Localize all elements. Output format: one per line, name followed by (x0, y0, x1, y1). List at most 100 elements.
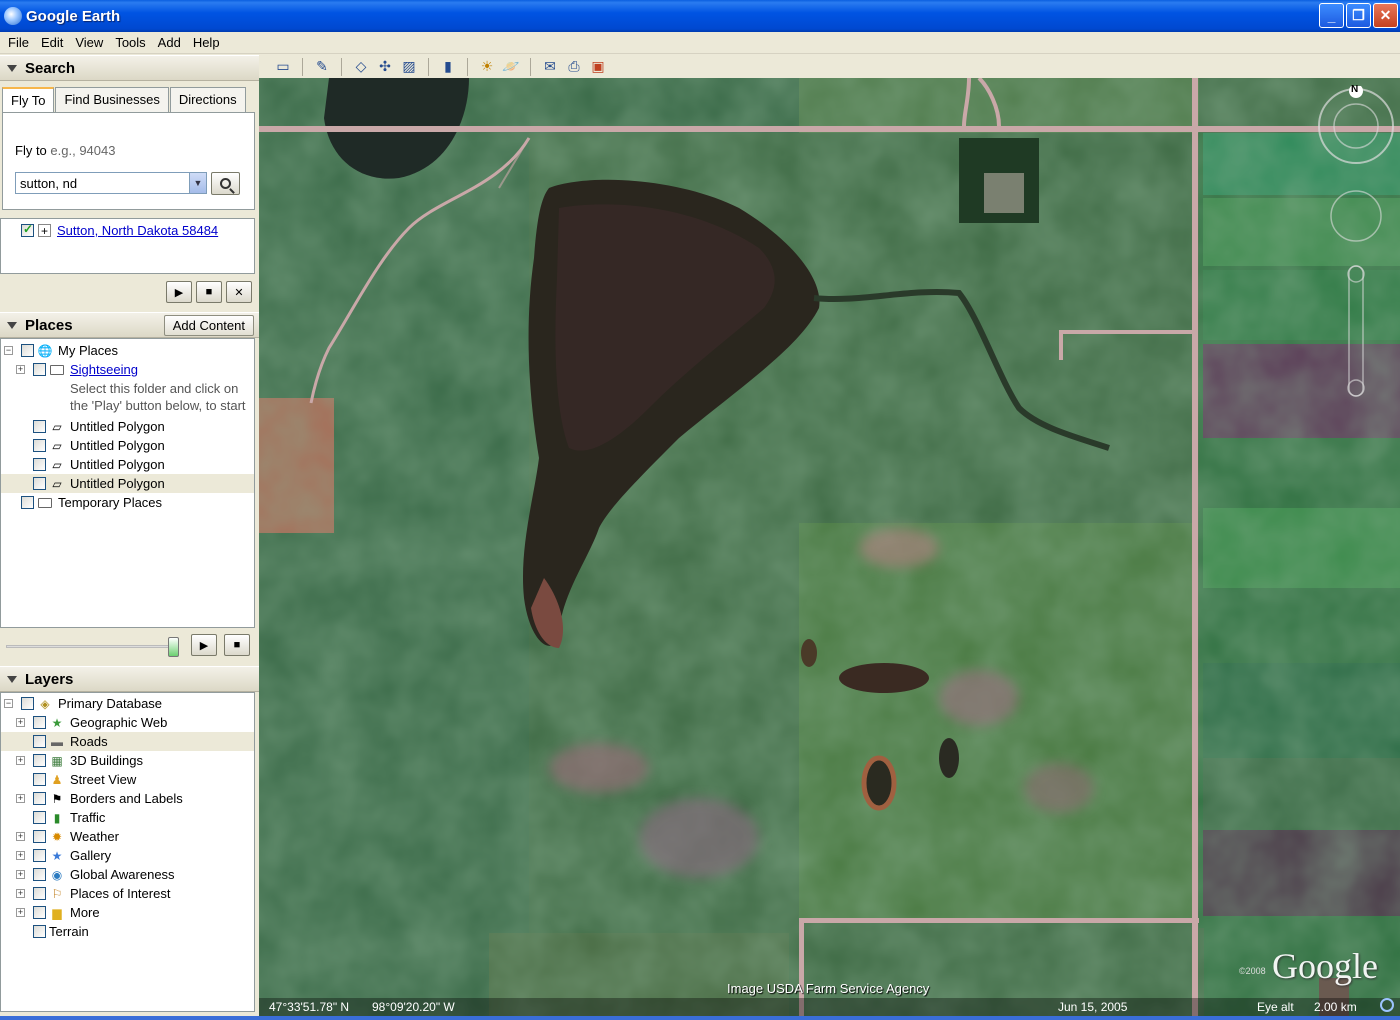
result-checkbox[interactable] (21, 222, 34, 237)
search-button[interactable] (211, 172, 240, 195)
layer-roads[interactable]: ▬ Roads (1, 732, 254, 751)
search-panel-header[interactable]: Search (0, 55, 259, 81)
layer-gallery[interactable]: + ★ Gallery (1, 846, 254, 865)
sidebar-toggle-icon[interactable]: ▭ (271, 57, 295, 77)
checkbox[interactable] (33, 925, 46, 938)
checkbox[interactable] (33, 868, 46, 881)
expand-icon[interactable]: + (16, 832, 25, 841)
checkbox[interactable] (33, 735, 46, 748)
checkbox[interactable] (33, 811, 46, 824)
checkbox[interactable] (21, 344, 34, 357)
menu-add[interactable]: Add (154, 35, 189, 50)
checkbox[interactable] (33, 754, 46, 767)
tab-find-businesses[interactable]: Find Businesses (55, 87, 169, 112)
add-placemark-icon[interactable]: ✎ (310, 57, 334, 77)
expand-icon[interactable]: + (16, 851, 25, 860)
view-in-maps-icon[interactable]: ▣ (586, 57, 610, 77)
sunlight-icon[interactable]: ☀ (475, 57, 499, 77)
layer-street-view[interactable]: ♟ Street View (1, 770, 254, 789)
layer-more[interactable]: + ▆ More (1, 903, 254, 922)
collapse-icon[interactable]: − (4, 346, 13, 355)
maximize-button[interactable]: ❐ (1346, 3, 1371, 28)
chevron-down-icon[interactable]: ▼ (189, 173, 206, 193)
clear-button[interactable]: ✕ (226, 281, 252, 303)
list-item[interactable]: + Sutton, North Dakota 58484 (21, 222, 218, 238)
checkbox[interactable] (33, 906, 46, 919)
checkbox[interactable] (33, 830, 46, 843)
tab-fly-to[interactable]: Fly To (2, 87, 55, 113)
minimize-button[interactable]: _ (1319, 3, 1344, 28)
collapse-icon[interactable]: − (4, 699, 13, 708)
checkbox[interactable] (33, 849, 46, 862)
checkbox[interactable] (33, 458, 46, 471)
tree-item-polygon[interactable]: ▱ Untitled Polygon (1, 474, 254, 493)
play-button[interactable]: ▶ (166, 281, 192, 303)
layer-traffic[interactable]: ▮ Traffic (1, 808, 254, 827)
stop-button[interactable]: ■ (224, 634, 250, 656)
print-icon[interactable]: ⎙ (562, 57, 586, 77)
result-link[interactable]: Sutton, North Dakota 58484 (57, 223, 218, 238)
add-image-overlay-icon[interactable]: ▨ (397, 57, 421, 77)
layer-places-of-interest[interactable]: + ⚐ Places of Interest (1, 884, 254, 903)
folder-description: the 'Play' button below, to start (1, 398, 254, 417)
add-polygon-icon[interactable]: ◇ (349, 57, 373, 77)
checkbox[interactable] (21, 697, 34, 710)
tree-item-polygon[interactable]: ▱ Untitled Polygon (1, 417, 254, 436)
checkbox[interactable] (33, 716, 46, 729)
expand-icon[interactable]: + (16, 794, 25, 803)
flag-icon: ⚑ (51, 791, 63, 806)
tree-item-my-places[interactable]: − 🌐 My Places (1, 341, 254, 360)
expand-icon[interactable]: + (16, 365, 25, 374)
tree-item-temporary-places[interactable]: Temporary Places (1, 493, 254, 512)
add-content-button[interactable]: Add Content (163, 315, 254, 336)
imagery-date: Jun 15, 2005 (1058, 1000, 1128, 1014)
expand-icon[interactable]: + (16, 908, 25, 917)
expand-icon[interactable]: + (16, 718, 25, 727)
menu-help[interactable]: Help (189, 35, 228, 50)
ruler-icon[interactable]: ▮ (436, 57, 460, 77)
menu-edit[interactable]: Edit (37, 35, 71, 50)
layer-global-awareness[interactable]: + ◉ Global Awareness (1, 865, 254, 884)
menu-tools[interactable]: Tools (111, 35, 153, 50)
checkbox[interactable] (33, 439, 46, 452)
tree-item-polygon[interactable]: ▱ Untitled Polygon (1, 436, 254, 455)
tree-item-polygon[interactable]: ▱ Untitled Polygon (1, 455, 254, 474)
checkbox[interactable] (33, 773, 46, 786)
layer-3d-buildings[interactable]: + ▦ 3D Buildings (1, 751, 254, 770)
expand-icon[interactable]: + (16, 889, 25, 898)
checkbox[interactable] (33, 363, 46, 376)
play-button[interactable]: ▶ (191, 634, 217, 656)
checkbox[interactable] (33, 887, 46, 900)
menu-file[interactable]: File (4, 35, 37, 50)
close-button[interactable]: ✕ (1373, 3, 1398, 28)
email-icon[interactable]: ✉ (538, 57, 562, 77)
add-path-icon[interactable]: ✣ (373, 57, 397, 77)
fly-to-hint: e.g., 94043 (50, 143, 116, 158)
checkbox[interactable] (21, 496, 34, 509)
placemark-grid-icon: + (38, 224, 51, 238)
planet-icon[interactable]: 🪐 (499, 57, 523, 77)
layer-geographic-web[interactable]: + ★ Geographic Web (1, 713, 254, 732)
checkbox[interactable] (33, 792, 46, 805)
places-panel-header[interactable]: Places Add Content (0, 312, 259, 338)
fly-to-input[interactable] (15, 172, 207, 194)
layer-weather[interactable]: + ✹ Weather (1, 827, 254, 846)
map-view[interactable]: N (259, 78, 1400, 1020)
stop-button[interactable]: ■ (196, 281, 222, 303)
tour-slider-track[interactable] (6, 645, 176, 648)
layer-primary-database[interactable]: − ◈ Primary Database (1, 694, 254, 713)
layer-borders-and-labels[interactable]: + ⚑ Borders and Labels (1, 789, 254, 808)
checkbox[interactable] (33, 420, 46, 433)
google-earth-icon (4, 7, 22, 25)
tree-item-label[interactable]: Sightseeing (70, 362, 138, 377)
checkbox[interactable] (33, 477, 46, 490)
expand-icon[interactable]: + (16, 756, 25, 765)
tab-directions[interactable]: Directions (169, 87, 246, 112)
tree-item-sightseeing[interactable]: + Sightseeing (1, 360, 254, 379)
tour-slider-thumb[interactable] (168, 637, 179, 657)
layer-terrain[interactable]: Terrain (1, 922, 254, 941)
layers-panel-header[interactable]: Layers (0, 666, 259, 692)
navigation-control[interactable] (1316, 86, 1396, 406)
expand-icon[interactable]: + (16, 870, 25, 879)
menu-view[interactable]: View (71, 35, 111, 50)
